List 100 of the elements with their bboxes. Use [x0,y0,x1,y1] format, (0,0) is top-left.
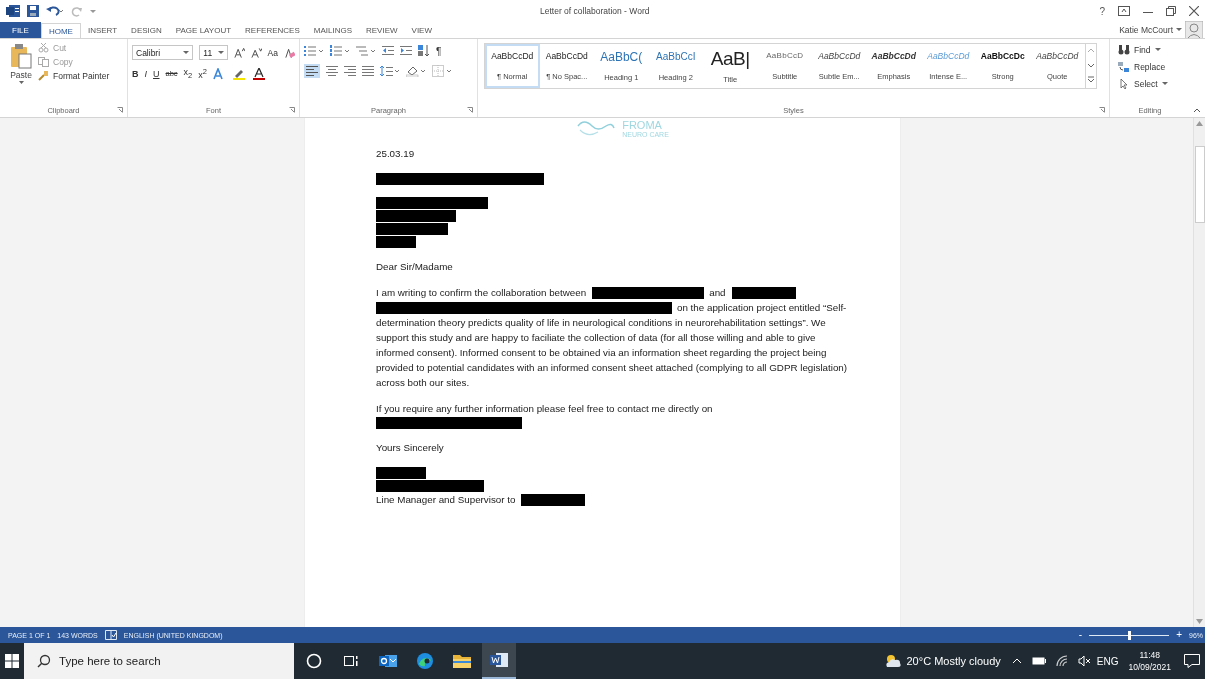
decrease-indent-icon[interactable] [382,45,394,57]
close-icon[interactable] [1189,6,1199,16]
caret-icon[interactable] [1154,48,1161,52]
battery-icon[interactable] [1031,657,1046,665]
undo-icon[interactable] [46,5,64,17]
format-button[interactable]: I [144,68,147,79]
gallery-scrollbar[interactable] [1085,43,1097,89]
replace-button[interactable]: Replace [1134,62,1166,72]
ribbon-tab[interactable]: REVIEW [359,22,405,38]
ribbon-tab[interactable]: PAGE LAYOUT [168,22,239,38]
dialog-launcher-icon[interactable] [467,107,473,113]
align-center-icon[interactable] [326,65,338,77]
logo-name: FROMA [622,120,663,131]
font-family-field[interactable]: Calibri [132,45,194,60]
circle-icon [306,653,322,669]
dialog-launcher-icon[interactable] [289,107,295,113]
zoom-out-button[interactable]: - [1078,630,1083,640]
help-button[interactable]: ? [1099,5,1105,17]
browser-icon [416,652,434,670]
taskbar-search-field[interactable]: Type here to search [24,643,294,679]
shrink-font-icon[interactable] [250,46,262,59]
highlighter-icon[interactable] [232,67,247,80]
taskbar-app[interactable] [482,643,516,679]
format-button[interactable]: B [132,68,139,79]
start-icon[interactable] [5,654,19,668]
change-case-button[interactable]: Aa [267,47,278,58]
caret-icon[interactable] [183,50,190,55]
caret-icon[interactable] [18,81,24,84]
bullets-icon[interactable] [304,45,324,57]
font-size-field[interactable]: 11 [199,45,228,60]
avatar-icon[interactable] [1185,21,1203,39]
input-language[interactable]: ENG [1096,655,1119,667]
zoom-in-button[interactable]: + [1176,630,1182,640]
ribbon-tab[interactable]: REFERENCES [238,22,307,38]
paste-button[interactable]: Paste [10,70,32,80]
restore-icon[interactable] [1166,6,1176,16]
window-title: Letter of collaboration - Word [540,6,650,16]
numbering-icon[interactable] [330,45,350,57]
user-name[interactable]: Katie McCourt [1119,25,1173,35]
mail-app-icon [379,653,397,669]
multilevel-list-icon[interactable] [356,45,376,57]
caret-icon[interactable] [217,50,224,55]
ribbon-tab[interactable]: VIEW [404,22,439,38]
format-painter-button[interactable]: Format Painter [53,71,110,81]
document-text: I am writing to confirm the collaboration between [376,286,587,300]
caret-icon[interactable] [1176,28,1182,32]
collapse-ribbon-icon[interactable] [1193,108,1201,113]
cursor-arrow-icon [1118,79,1130,89]
vertical-scrollbar[interactable] [1193,118,1205,627]
clock-time[interactable]: 11:48 [1139,649,1161,661]
font-color-icon[interactable] [252,67,267,80]
ribbon-display-icon[interactable] [1118,6,1130,16]
brush-icon [38,71,49,81]
scissors-icon [38,43,49,53]
clock-date[interactable]: 10/09/2021 [1128,661,1171,673]
scroll-down-icon[interactable] [1086,62,1095,68]
chevron-up-icon[interactable] [1011,658,1022,664]
show-formatting-marks-button[interactable]: ¶ [436,45,442,57]
align-right-icon[interactable] [344,65,356,77]
document-text: on the application project entitled “Self- [677,301,847,315]
grow-font-icon[interactable] [233,46,245,59]
notification-icon[interactable] [1184,654,1200,668]
increase-indent-icon[interactable] [400,45,412,57]
redaction-bar [731,286,796,299]
folder-icon [453,653,471,669]
caret-icon[interactable] [1161,82,1168,86]
format-button[interactable]: x$^{2}$ [198,67,207,80]
align-left-icon[interactable] [304,64,320,78]
format-button[interactable]: x$_{2}$ [183,67,193,80]
find-button[interactable]: Find [1134,45,1151,55]
ribbon-tab[interactable]: HOME [40,23,81,38]
more-icon[interactable] [1086,76,1095,84]
ribbon-tab[interactable]: MAILINGS [306,22,359,38]
document-text: and [709,286,726,300]
cloud-sun-icon[interactable] [883,654,902,668]
speaker-muted-icon[interactable] [1077,655,1092,667]
clear-formatting-icon[interactable] [284,46,295,59]
binoculars-icon [1118,45,1130,55]
document-text: Line Manager and Supervisor to [376,493,516,507]
scroll-thumb[interactable] [1194,146,1205,223]
search-icon [37,654,51,668]
customize-caret-icon[interactable] [90,8,96,14]
paste-icon[interactable] [10,43,32,69]
dialog-launcher-icon[interactable] [1099,107,1105,113]
line-spacing-icon[interactable] [380,65,400,77]
select-button[interactable]: Select [1134,79,1158,89]
justify-icon[interactable] [362,65,374,77]
proofing-icon[interactable] [104,630,117,640]
ribbon-tab[interactable]: INSERT [80,22,125,38]
sort-icon[interactable] [418,45,430,57]
word-app-icon [6,5,20,17]
logo-icon [576,120,617,138]
file-tab[interactable]: FILE [0,22,41,38]
format-button[interactable]: U [153,68,160,79]
ribbon-tab[interactable]: DESIGN [124,22,169,38]
dialog-launcher-icon[interactable] [117,107,123,113]
wifi-icon[interactable] [1055,655,1068,667]
shading-icon[interactable] [406,65,426,77]
weather-text[interactable]: 20°C Mostly cloudy [906,655,1001,667]
save-icon[interactable] [27,5,39,17]
